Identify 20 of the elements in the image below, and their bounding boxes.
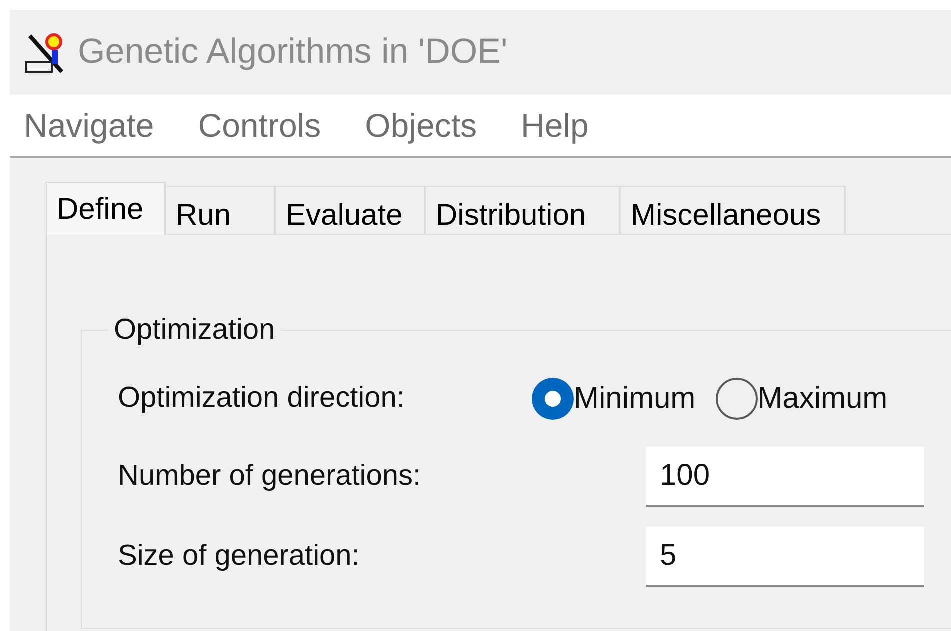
field-label: Size of generation: xyxy=(118,538,361,574)
field-label: Number of generations: xyxy=(118,458,422,494)
field-label: Optimization direction: xyxy=(118,380,406,416)
window-title: Genetic Algorithms in 'DOE' xyxy=(78,31,508,74)
tab[interactable]: Define xyxy=(46,182,166,235)
group-title: Optimization xyxy=(113,313,276,348)
radio-button[interactable] xyxy=(532,378,574,420)
menu-item[interactable]: Objects xyxy=(365,100,478,150)
tab[interactable]: Miscellaneous xyxy=(621,186,846,235)
tab[interactable]: Run xyxy=(166,186,276,235)
radio-label: Maximum xyxy=(758,381,888,417)
radio-label: Minimum xyxy=(574,381,696,417)
input-field[interactable]: 100 xyxy=(646,446,924,506)
menu-item[interactable]: Help xyxy=(521,100,589,150)
tab[interactable]: Distribution xyxy=(426,186,621,235)
input-field[interactable]: 5 xyxy=(646,526,924,586)
menu-item[interactable]: Controls xyxy=(198,100,322,150)
radio-button[interactable] xyxy=(716,378,758,420)
tab[interactable]: Evaluate xyxy=(276,186,426,235)
menu-item[interactable]: Navigate xyxy=(24,100,154,150)
